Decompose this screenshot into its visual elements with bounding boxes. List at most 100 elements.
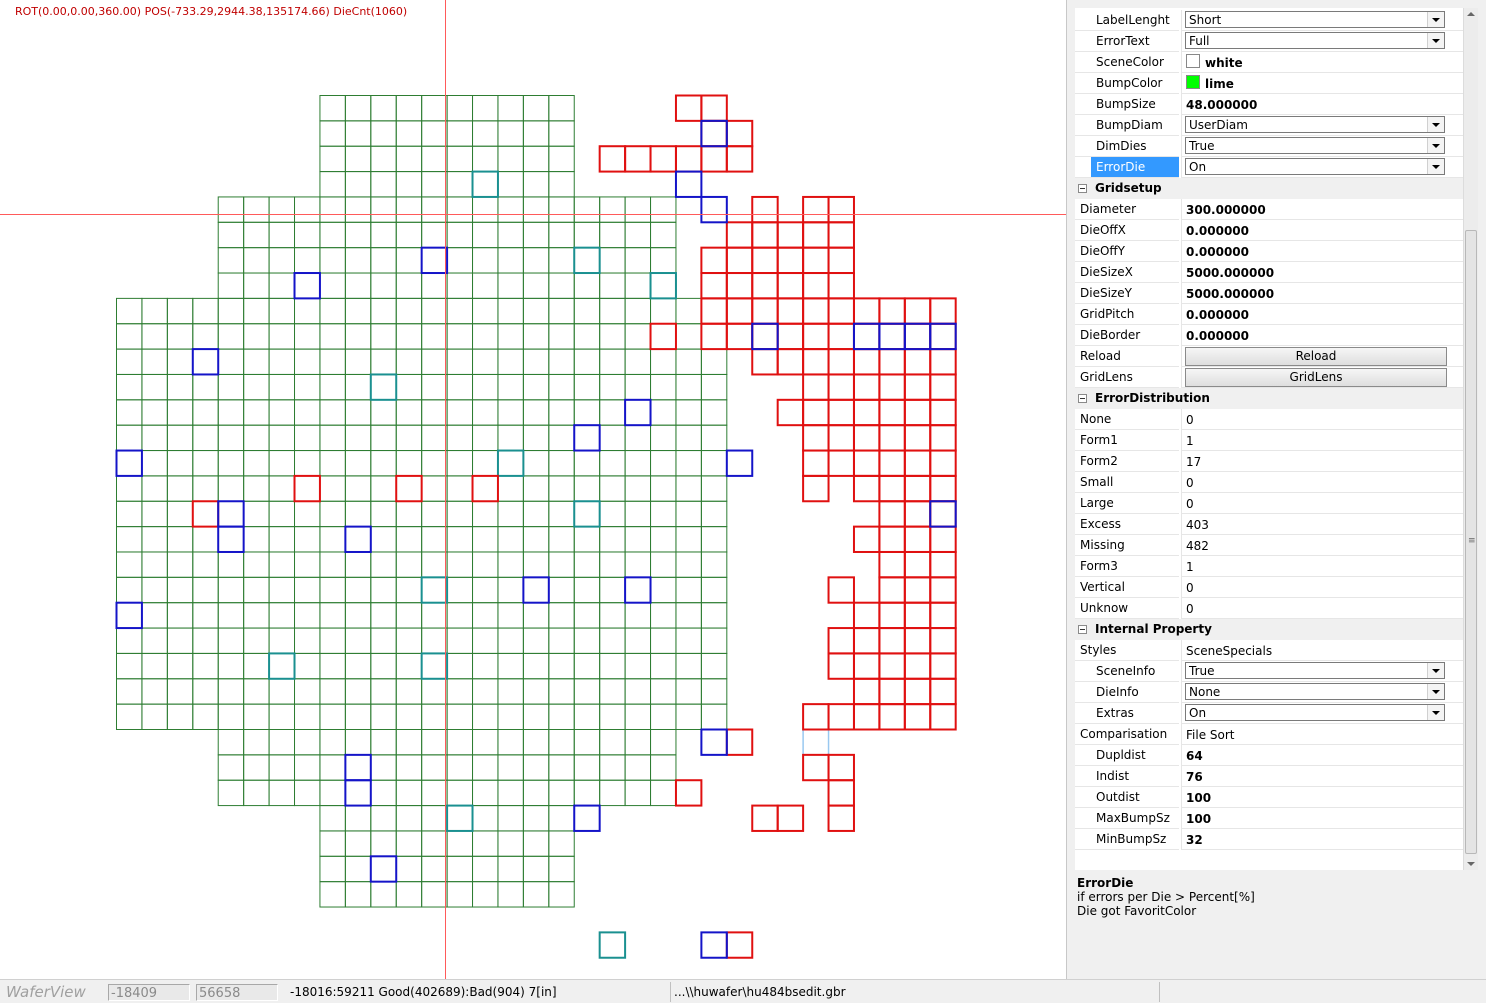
die-good[interactable] [624,373,652,401]
die-good[interactable] [522,703,550,731]
die-good[interactable] [446,881,474,908]
property-maxbumpsz[interactable]: MaxBumpSz 100 [1075,808,1463,829]
die-good[interactable] [319,373,346,401]
die-error[interactable] [929,601,957,630]
die-good[interactable] [650,450,677,477]
die-good[interactable] [446,272,474,299]
die-error[interactable] [700,297,728,325]
die-error[interactable] [878,398,906,427]
die-good[interactable] [319,221,346,249]
die-good[interactable] [344,475,372,502]
die-good[interactable] [624,729,652,756]
die-good[interactable] [522,120,550,147]
die-error[interactable] [751,246,779,275]
die-good[interactable] [344,830,372,857]
die-error[interactable] [725,322,754,351]
property-value-cell[interactable]: 0 [1181,409,1463,430]
property-dropdown[interactable]: On [1185,704,1445,721]
die-error[interactable] [700,145,728,173]
die-good[interactable] [141,500,168,528]
die-excess[interactable] [573,246,601,275]
die-good[interactable] [370,450,397,477]
property-value-cell[interactable]: 64 [1181,745,1463,766]
die-good[interactable] [192,526,219,553]
die-good[interactable] [217,323,245,350]
die-good[interactable] [268,526,296,553]
die-error[interactable] [929,348,957,376]
chevron-down-icon[interactable] [1427,117,1444,132]
die-good[interactable] [370,576,397,604]
die-good[interactable] [370,551,397,578]
die-good[interactable] [522,881,550,908]
die-good[interactable] [294,424,321,452]
die-error[interactable] [802,348,830,376]
property-value-cell[interactable]: 0 [1181,493,1463,514]
die-error[interactable] [802,272,830,300]
die-good[interactable] [700,500,728,528]
property-none[interactable]: None 0 [1075,409,1463,430]
property-label-cell[interactable]: Large [1075,493,1179,514]
property-label-cell[interactable]: Vertical [1075,577,1179,598]
property-label-cell[interactable]: SceneColor [1075,52,1179,73]
property-form1[interactable]: Form1 1 [1075,430,1463,451]
die-good[interactable] [497,247,524,274]
property-value-cell[interactable]: 5000.000000 [1181,283,1463,304]
die-good[interactable] [472,805,499,832]
die-error[interactable] [852,525,881,553]
die-good[interactable] [573,297,601,325]
die-good[interactable] [243,652,270,680]
die-error[interactable] [776,398,805,427]
category-errordistribution[interactable]: ErrorDistribution [1075,388,1463,409]
die-error[interactable] [827,627,855,655]
die-good[interactable] [268,247,296,274]
die-good[interactable] [395,627,423,654]
die-good[interactable] [675,703,702,731]
property-value-cell[interactable]: SceneSpecials [1181,640,1463,661]
die-good[interactable] [344,602,372,629]
die-good[interactable] [294,576,321,604]
die-error[interactable] [827,221,855,249]
die-good[interactable] [446,779,474,807]
die-error[interactable] [802,297,830,325]
die-faint[interactable] [802,728,830,756]
die-good[interactable] [700,551,728,578]
die-good[interactable] [650,729,677,756]
die-error[interactable] [700,119,728,148]
die-good[interactable] [650,196,677,223]
property-label-cell[interactable]: DieSizeY [1075,283,1179,304]
die-good[interactable] [141,297,168,325]
die-good[interactable] [573,729,601,756]
die-good[interactable] [370,221,397,249]
property-dropdown[interactable]: True [1185,662,1445,679]
die-good[interactable] [599,247,626,274]
die-good[interactable] [166,678,194,705]
property-label-cell[interactable]: ErrorText [1075,31,1179,52]
die-error[interactable] [852,627,881,655]
die-good[interactable] [548,373,575,401]
die-good[interactable] [421,272,448,299]
die-good[interactable] [319,526,346,553]
die-good[interactable] [370,627,397,654]
wafer-viewport[interactable]: ROT(0.00,0.00,360.00) POS(-733.29,2944.3… [0,0,1066,979]
die-good[interactable] [395,805,423,832]
die-good[interactable] [319,652,346,680]
die-error[interactable] [903,525,932,553]
die-good[interactable] [700,627,728,654]
die-good[interactable] [395,424,423,452]
die-good[interactable] [624,221,652,249]
die-good[interactable] [700,450,728,477]
property-dupldist[interactable]: Dupldist 64 [1075,745,1463,766]
die-error[interactable] [725,246,754,275]
die-good[interactable] [472,729,499,756]
die-good[interactable] [344,297,372,325]
die-error[interactable] [725,145,754,173]
die-good[interactable] [141,576,168,604]
die-good[interactable] [472,551,499,578]
die-error[interactable] [802,424,830,452]
die-missing[interactable] [369,855,398,883]
die-good[interactable] [548,424,575,452]
die-good[interactable] [217,221,245,249]
die-error[interactable] [929,297,957,325]
die-error[interactable] [878,348,906,376]
die-good[interactable] [624,323,652,350]
